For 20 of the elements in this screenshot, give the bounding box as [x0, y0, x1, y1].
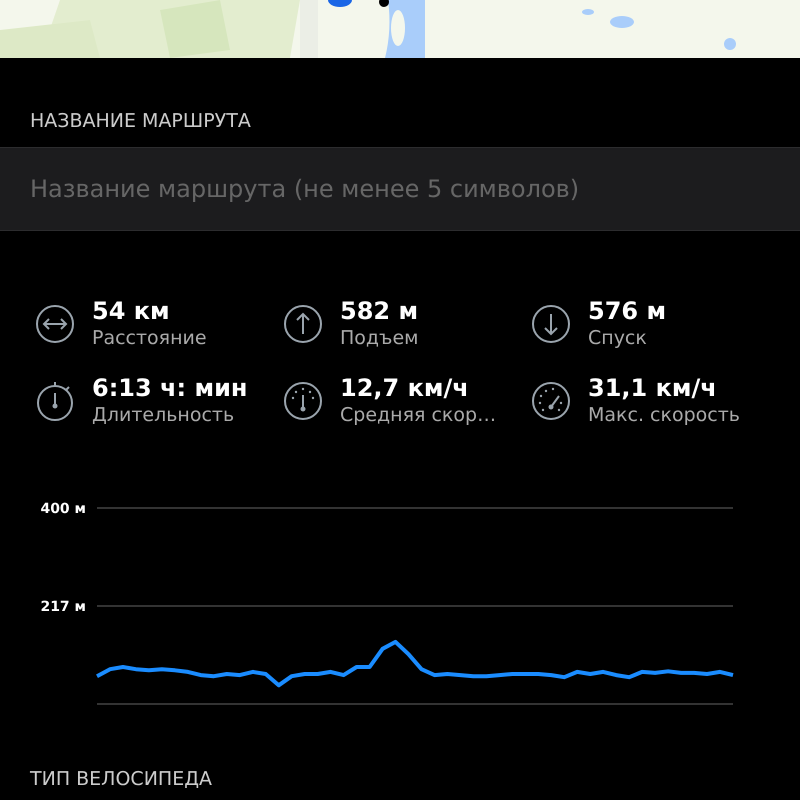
stat-label: Подъем: [340, 326, 418, 350]
stat-value: 582 м: [340, 296, 418, 326]
stat-label: Спуск: [588, 326, 648, 350]
stat-value: 12,7 км/ч: [340, 374, 470, 404]
stat-value: 6:13 ч: мин: [92, 374, 248, 404]
y-axis-label: 217 м: [40, 598, 86, 615]
section-label: НАЗВАНИЕ МАРШРУТА: [29, 109, 252, 133]
y-axis-label: 400 м: [40, 500, 86, 517]
stat-label: Расстояние: [92, 326, 207, 350]
stat-label: Длительность: [92, 403, 236, 428]
route-name-field[interactable]: Название маршрута (не менее 5 символов): [0, 146, 800, 231]
stat-value: 576 м: [588, 296, 666, 326]
stat-label: Макс. скорость: [588, 403, 740, 428]
stat-label: Средняя скор…: [340, 403, 496, 428]
stopwatch-icon: [34, 380, 76, 422]
stat-value: 54 км: [92, 296, 171, 326]
stat-value: 31,1 км/ч: [588, 374, 718, 404]
gauge-icon: [282, 380, 324, 422]
section-label: ТИП ВЕЛОСИПЕДА: [29, 766, 214, 791]
speedometer-icon: [530, 380, 572, 422]
